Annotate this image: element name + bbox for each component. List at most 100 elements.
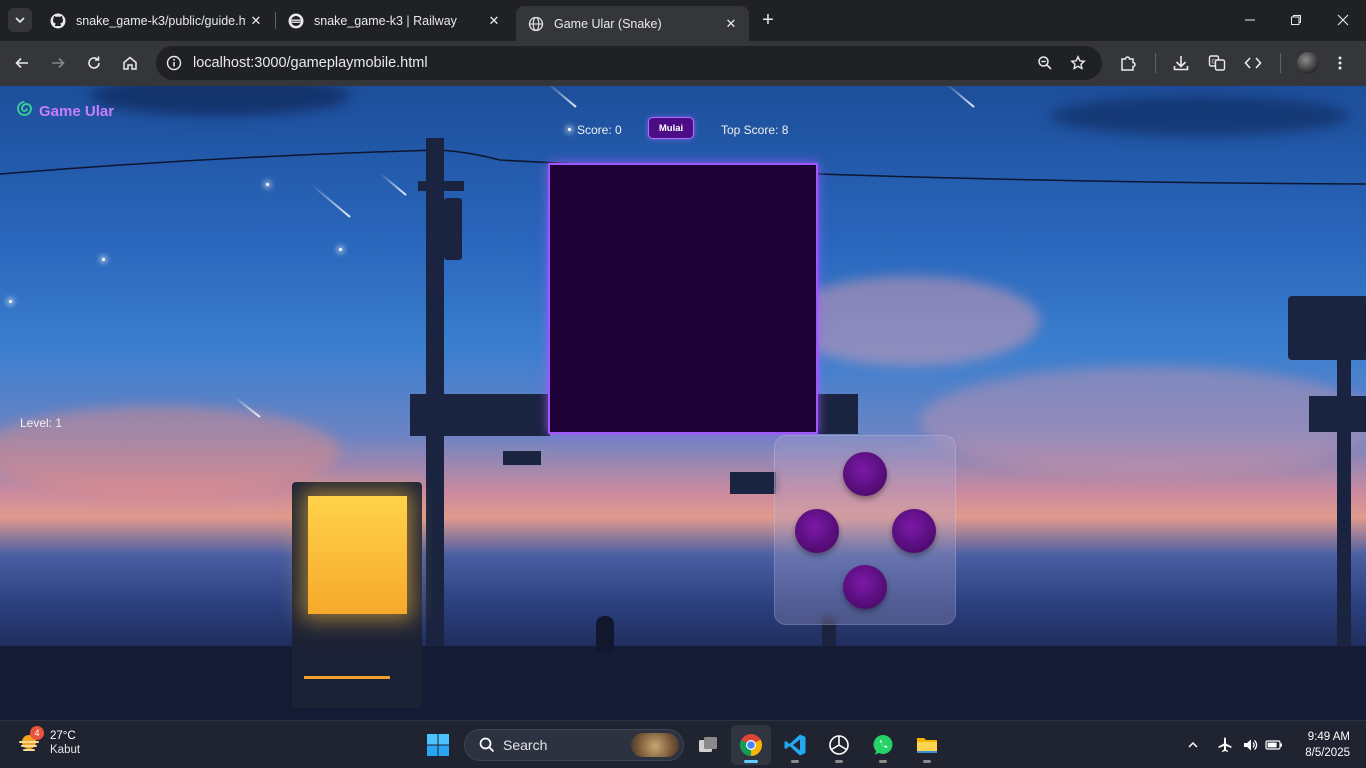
puzzle-icon <box>1121 56 1136 71</box>
utility-box <box>444 198 462 260</box>
restore-icon <box>1291 15 1301 25</box>
running-indicator <box>923 760 931 763</box>
search-highlight-image <box>631 733 679 757</box>
battery-icon[interactable] <box>1263 733 1285 757</box>
weather-temp: 27°C <box>50 730 76 742</box>
profile-avatar[interactable] <box>1297 52 1319 74</box>
extensions-button[interactable] <box>1114 49 1142 77</box>
whatsapp-icon <box>873 735 893 755</box>
forward-button[interactable] <box>44 49 72 77</box>
chrome-taskbar-button[interactable] <box>731 725 771 765</box>
down-button[interactable] <box>843 565 887 609</box>
level-text: Level: 1 <box>20 416 63 430</box>
toolbar-separator <box>1155 53 1156 73</box>
top-score-text: Top Score: 8 <box>721 123 789 137</box>
task-view-button[interactable] <box>688 725 728 765</box>
volume-icon[interactable] <box>1239 733 1261 757</box>
running-indicator <box>879 760 887 763</box>
file-explorer-taskbar-button[interactable] <box>907 725 947 765</box>
download-icon <box>1173 56 1189 71</box>
utility-pole-crossbar <box>418 181 464 191</box>
translate-button[interactable]: G <box>1203 49 1231 77</box>
show-hidden-icons-button[interactable] <box>1183 733 1203 757</box>
tab-title: snake_game-k3 | Railway <box>314 13 457 28</box>
tab-strip: snake_game-k3/public/guide.ht ✕ snake_ga… <box>0 0 1366 41</box>
up-button[interactable] <box>843 452 887 496</box>
minimize-icon <box>1245 19 1255 21</box>
chatgpt-icon <box>829 735 849 755</box>
shelter-roof <box>410 394 550 436</box>
game-board[interactable] <box>548 163 818 434</box>
snake-icon <box>16 100 33 122</box>
chevron-up-icon <box>1188 741 1198 748</box>
billboard <box>1288 296 1366 360</box>
new-tab-button[interactable]: + <box>757 9 779 31</box>
weather-widget[interactable]: 4 27°C Kabut <box>16 726 81 757</box>
menu-button[interactable] <box>1326 49 1354 77</box>
more-vert-icon <box>1338 56 1342 70</box>
ground <box>0 646 1366 720</box>
close-icon <box>1337 14 1349 26</box>
site-info-icon[interactable] <box>162 51 186 75</box>
reload-button[interactable] <box>80 49 108 77</box>
airplane-mode-icon[interactable] <box>1214 733 1236 757</box>
system-clock[interactable]: 9:49 AM 8/5/2025 <box>1294 729 1350 761</box>
url-text: localhost:3000/gameplaymobile.html <box>193 55 428 71</box>
address-bar[interactable]: localhost:3000/gameplaymobile.html <box>156 46 1102 80</box>
tab-guide[interactable]: snake_game-k3/public/guide.ht ✕ <box>38 6 274 35</box>
vscode-icon <box>784 734 806 756</box>
chatgpt-taskbar-button[interactable] <box>819 725 859 765</box>
restore-button[interactable] <box>1273 0 1319 40</box>
score-text: Score: 0 <box>577 123 622 137</box>
fog-weather-icon: 4 <box>16 726 44 756</box>
right-button[interactable] <box>892 509 936 553</box>
translate-icon: G <box>1208 55 1226 71</box>
weather-condition: Kabut <box>50 744 81 756</box>
back-button[interactable] <box>8 49 36 77</box>
task-view-icon <box>699 737 717 752</box>
tab-search-button[interactable] <box>8 8 32 32</box>
github-icon <box>50 13 66 29</box>
left-button[interactable] <box>795 509 839 553</box>
whatsapp-taskbar-button[interactable] <box>863 725 903 765</box>
start-button[interactable]: Mulai <box>648 117 694 139</box>
home-button[interactable] <box>116 49 144 77</box>
zoom-icon[interactable] <box>1033 51 1057 75</box>
close-window-button[interactable] <box>1320 0 1366 40</box>
game-title: Game Ular <box>16 100 114 122</box>
taskbar-search[interactable]: Search <box>464 729 684 761</box>
home-icon <box>123 56 137 70</box>
minimize-button[interactable] <box>1227 0 1273 40</box>
tab-title: Game Ular (Snake) <box>554 16 662 31</box>
active-indicator <box>744 760 758 763</box>
search-icon <box>471 737 503 753</box>
vending-machine <box>292 482 422 708</box>
shelter-roof <box>818 394 858 434</box>
vscode-taskbar-button[interactable] <box>775 725 815 765</box>
folder-icon <box>917 738 937 753</box>
close-tab-icon[interactable]: ✕ <box>246 11 266 31</box>
running-indicator <box>791 760 799 763</box>
close-tab-icon[interactable]: ✕ <box>721 14 741 34</box>
tab-title: snake_game-k3/public/guide.ht <box>76 13 246 28</box>
game-page: Game Ular Score: 0 Mulai Top Score: 8 Le… <box>0 86 1366 720</box>
tab-railway[interactable]: snake_game-k3 | Railway ✕ <box>276 6 512 35</box>
weather-badge: 4 <box>30 726 44 740</box>
chrome-icon <box>739 734 762 756</box>
devtools-button[interactable] <box>1239 49 1267 77</box>
reload-icon <box>88 56 100 69</box>
vending-machine-slot <box>304 676 390 679</box>
globe-icon <box>528 16 544 32</box>
bookmark-star-icon[interactable] <box>1066 51 1090 75</box>
windows-logo-icon <box>427 734 449 756</box>
running-indicator <box>835 760 843 763</box>
search-placeholder: Search <box>503 737 548 753</box>
sign <box>503 451 541 465</box>
downloads-button[interactable] <box>1167 49 1195 77</box>
tab-game[interactable]: Game Ular (Snake) ✕ <box>516 6 749 41</box>
cat-silhouette <box>596 616 614 652</box>
close-tab-icon[interactable]: ✕ <box>484 11 504 31</box>
toolbar-separator <box>1280 53 1281 73</box>
dpad-controls <box>774 435 956 625</box>
start-button[interactable] <box>418 725 458 765</box>
